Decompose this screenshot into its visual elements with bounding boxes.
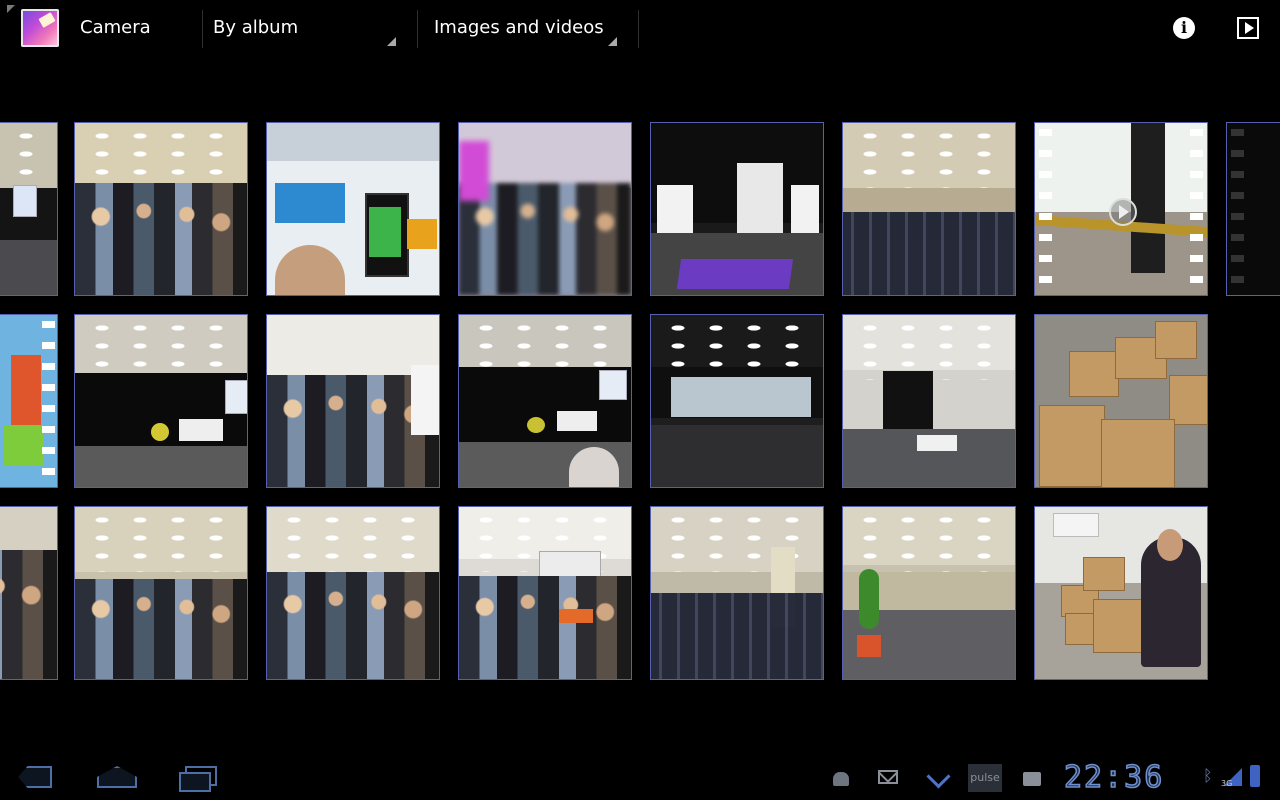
photo-thumbnail[interactable] [650,506,824,680]
photo-thumbnail[interactable] [650,122,824,296]
film-sprocket [1190,123,1203,295]
divider [417,10,418,48]
photo-thumbnail[interactable] [74,314,248,488]
video-play-icon[interactable] [1109,198,1137,226]
media-filter-label: Images and videos [434,17,604,38]
slideshow-play-icon[interactable] [1237,17,1259,39]
cluster-mode-dropdown[interactable]: By album [213,10,418,48]
clock[interactable]: 22:36 [1063,759,1164,796]
photo-thumbnail[interactable] [74,122,248,296]
android-icon[interactable] [830,768,852,786]
corner-indicator [7,5,15,13]
album-title: Camera [80,17,151,38]
media-filter-dropdown[interactable]: Images and videos [434,10,639,48]
photo-thumbnail[interactable] [842,314,1016,488]
cluster-mode-label: By album [213,17,299,38]
gmail-icon[interactable] [877,768,899,786]
video-thumbnail[interactable] [1034,122,1208,296]
info-icon[interactable]: i [1173,17,1195,39]
photo-thumbnail[interactable] [74,506,248,680]
market-bag-icon[interactable] [1021,768,1043,786]
photo-thumbnail[interactable] [0,314,58,488]
network-type-label: 3G [1221,779,1233,788]
photo-thumbnail[interactable] [650,314,824,488]
photo-thumbnail[interactable] [266,506,440,680]
photo-thumbnail[interactable] [458,122,632,296]
recent-apps-icon[interactable] [179,766,217,792]
download-icon[interactable] [926,768,948,786]
photo-fold-decoration [38,12,56,28]
photo-thumbnail[interactable] [458,506,632,680]
film-sprocket [1231,123,1244,295]
gallery-app-icon[interactable] [7,5,59,47]
battery-icon [1250,765,1260,787]
photo-thumbnail[interactable] [0,506,58,680]
bluetooth-icon: ᛒ [1203,766,1213,785]
photo-thumbnail[interactable] [842,506,1016,680]
photo-thumbnail[interactable] [458,314,632,488]
video-thumbnail[interactable] [1226,122,1280,296]
photo-thumbnail[interactable] [842,122,1016,296]
back-icon[interactable] [18,766,56,788]
film-sprocket [42,315,55,487]
photo-thumbnail[interactable] [0,122,58,296]
divider [202,10,203,48]
pulse-icon[interactable]: pulse [968,764,1002,792]
divider [638,10,639,48]
system-bar: pulse 22:36 ᛒ 3G [0,752,1280,800]
action-bar: Camera By album Images and videos i [0,0,1280,58]
photo-thumbnail[interactable] [266,122,440,296]
photo-thumbnail[interactable] [266,314,440,488]
dropdown-corner-icon [387,37,396,46]
home-icon[interactable] [97,766,137,788]
film-sprocket [1039,123,1052,295]
dropdown-corner-icon [608,37,617,46]
photo-thumbnail[interactable] [1034,506,1208,680]
photo-grid[interactable] [0,122,1280,688]
photo-thumbnail[interactable] [1034,314,1208,488]
